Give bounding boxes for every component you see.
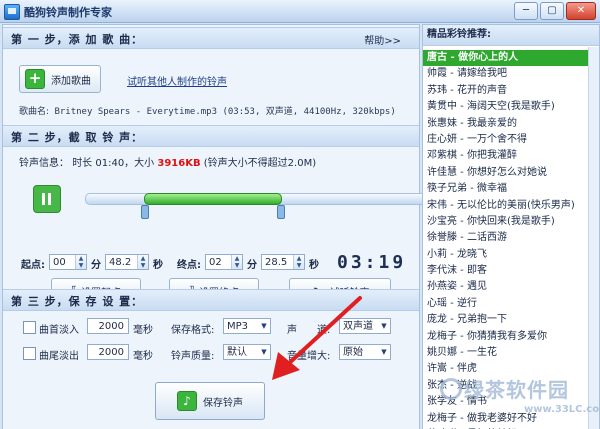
second-unit: 秒 xyxy=(153,260,163,271)
minute-unit: 分 xyxy=(247,260,257,271)
spinner-arrows-icon[interactable]: ▲ ▼ xyxy=(231,255,242,269)
end-label: 终点: xyxy=(177,260,201,271)
ringtone-info-text: 时长 01:40，大小 xyxy=(72,158,155,169)
save-ringtone-label: 保存铃声 xyxy=(203,397,243,409)
play-pause-button[interactable] xyxy=(33,185,61,213)
spinner-arrows-icon[interactable]: ▲ ▼ xyxy=(293,255,304,269)
spinner-arrows-icon[interactable]: ▲ ▼ xyxy=(137,255,148,269)
start-second-value: 48.2 xyxy=(109,257,132,268)
close-button[interactable]: ✕ xyxy=(566,2,596,20)
start-minute-input[interactable]: 00 ▲ ▼ xyxy=(49,254,87,270)
window-title: 酷狗铃声制作专家 xyxy=(24,6,112,19)
ms-unit: 毫秒 xyxy=(133,325,153,336)
music-note-icon: ♪ xyxy=(177,391,197,411)
song-name-value: Britney Spears - Everytime.mp3 xyxy=(54,107,218,117)
app-window: 酷狗铃声制作专家 ─ ▢ ✕ 第 一 步，添 加 歌 曲： 帮助>> + 添加歌… xyxy=(0,0,600,429)
red-arrow-annotation xyxy=(272,296,362,380)
add-song-label: 添加歌曲 xyxy=(51,75,91,87)
ringtone-list-item[interactable]: 徐誉滕 - 二话西游 xyxy=(423,230,599,246)
selection-range xyxy=(144,193,282,205)
step1-title: 第 一 步，添 加 歌 曲： xyxy=(11,33,144,46)
watermark: 绿茶软件园 www.33LC.com xyxy=(440,372,600,422)
ringtone-list-item[interactable]: 龙梅子 - 你猜猜我有多爱你 xyxy=(423,329,599,345)
chevron-down-icon: ▼ xyxy=(381,348,387,356)
end-handle[interactable] xyxy=(276,205,285,219)
ringtone-recommendations-panel: 精品彩铃推荐: 唐古 - 做你心上的人 帅霞 - 请嫁给我吧 苏玮 - 花开的声音黄… xyxy=(422,24,600,429)
help-link[interactable]: 帮助>> xyxy=(364,32,401,47)
ringtone-list-item[interactable]: 宋伟 - 无以伦比的美丽(快乐男声) xyxy=(423,198,599,214)
app-icon xyxy=(4,4,20,20)
ringtone-list-item[interactable]: 心瑶 - 逆行 xyxy=(423,296,599,312)
format-value: MP3 xyxy=(227,321,249,332)
ringtone-size: 3916KB xyxy=(157,158,201,169)
ringtone-list-item[interactable]: 苏玮 - 花开的声音 xyxy=(423,83,599,99)
ringtone-list-item[interactable]: 许佳慧 - 你想好怎么对她说 xyxy=(423,165,599,181)
song-name-label: 歌曲名: xyxy=(19,107,50,117)
step2-header: 第 二 步，截 取 铃 声： xyxy=(3,125,419,147)
ringtone-list-item[interactable]: 沙宝亮 - 你快回来(我是歌手) xyxy=(423,214,599,230)
fade-in-checkbox[interactable] xyxy=(23,321,36,334)
song-meta: (03:53, 双声道, 44100Hz, 320kbps) xyxy=(222,107,396,117)
ringtone-list-item[interactable]: 张惠妹 - 我最亲爱的 xyxy=(423,116,599,132)
end-second-input[interactable]: 28.5 ▲ ▼ xyxy=(261,254,305,270)
minute-unit: 分 xyxy=(91,260,101,271)
maximize-button[interactable]: ▢ xyxy=(540,2,564,20)
plus-icon: + xyxy=(25,69,45,89)
save-ringtone-button[interactable]: ♪ 保存铃声 xyxy=(155,382,265,420)
song-info-row: 歌曲名: Britney Spears - Everytime.mp3 (03:… xyxy=(19,104,396,117)
minimize-button[interactable]: ─ xyxy=(514,2,538,20)
ringtone-list-item[interactable]: 庞龙 - 兄弟抱一下 xyxy=(423,312,599,328)
format-label: 保存格式: xyxy=(171,325,215,336)
start-second-input[interactable]: 48.2 ▲ ▼ xyxy=(105,254,149,270)
end-minute-value: 02 xyxy=(209,257,222,268)
ringtone-size-note: (铃声大小不得超过2.0M) xyxy=(203,158,317,169)
pause-icon xyxy=(42,193,45,205)
ringtone-info-label: 铃声信息： xyxy=(19,158,69,169)
duration-timer: 03:19 xyxy=(337,252,407,273)
listen-others-link[interactable]: 试听其他人制作的铃声 xyxy=(127,73,227,88)
start-handle[interactable] xyxy=(141,205,150,219)
watermark-text: 绿茶软件园 xyxy=(464,378,569,402)
start-minute-value: 00 xyxy=(53,257,66,268)
ringtone-info: 铃声信息： 时长 01:40，大小 3916KB (铃声大小不得超过2.0M) xyxy=(19,154,316,169)
step1-header: 第 一 步，添 加 歌 曲： 帮助>> xyxy=(3,27,419,49)
ringtone-list-item[interactable]: 李代沫 - 即客 xyxy=(423,263,599,279)
quality-value: 默认 xyxy=(227,347,247,358)
ringtone-list-item[interactable]: 邓紫棋 - 你把我灌醉 xyxy=(423,148,599,164)
quality-label: 铃声质量: xyxy=(171,351,215,362)
title-bar: 酷狗铃声制作专家 ─ ▢ ✕ xyxy=(0,0,600,23)
second-unit: 秒 xyxy=(309,260,319,271)
end-minute-input[interactable]: 02 ▲ ▼ xyxy=(205,254,243,270)
ringtone-list-item[interactable]: 小莉 - 龙晓飞 xyxy=(423,247,599,263)
ringtone-list-item[interactable]: 帅霞 - 请嫁给我吧 xyxy=(423,66,599,82)
add-song-button[interactable]: + 添加歌曲 xyxy=(19,65,101,93)
watermark-logo-icon xyxy=(440,378,462,400)
chevron-down-icon: ▼ xyxy=(381,322,387,330)
end-second-value: 28.5 xyxy=(265,257,288,268)
start-label: 起点: xyxy=(21,260,45,271)
recommendations-title: 精品彩铃推荐: xyxy=(423,25,599,46)
spinner-arrows-icon[interactable]: ▲ ▼ xyxy=(75,255,86,269)
window-controls: ─ ▢ ✕ xyxy=(514,2,596,20)
time-controls: 起点: 00 ▲ ▼ 分 48.2 ▲ ▼ 秒 终点: 02 ▲ ▼ 分 28.5 ▲… xyxy=(19,252,419,274)
step3-title: 第 三 步，保 存 设 置： xyxy=(11,295,144,308)
fade-out-ms-input[interactable]: 2000 xyxy=(87,344,129,360)
ms-unit: 毫秒 xyxy=(133,351,153,362)
ringtone-list-item[interactable]: 孙燕姿 - 遇见 xyxy=(423,279,599,295)
fade-in-label: 曲首淡入 xyxy=(39,325,79,336)
step2-title: 第 二 步，截 取 铃 声： xyxy=(11,131,144,144)
ringtone-list-item[interactable]: 筷子兄弟 - 微幸福 xyxy=(423,181,599,197)
ringtone-list-item[interactable]: 唐古 - 做你心上的人 xyxy=(423,50,599,67)
ringtone-list-item[interactable]: 庄心妍 - 一万个舍不得 xyxy=(423,132,599,148)
trim-slider-area xyxy=(33,185,435,245)
fade-out-label: 曲尾淡出 xyxy=(39,351,79,362)
fade-in-ms-input[interactable]: 2000 xyxy=(87,318,129,334)
ringtone-list-item[interactable]: 姚贝娜 - 一生花 xyxy=(423,345,599,361)
ringtone-list-item[interactable]: 黄贯中 - 海阔天空(我是歌手) xyxy=(423,99,599,115)
watermark-url: www.33LC.com xyxy=(524,404,600,415)
fade-out-checkbox[interactable] xyxy=(23,347,36,360)
